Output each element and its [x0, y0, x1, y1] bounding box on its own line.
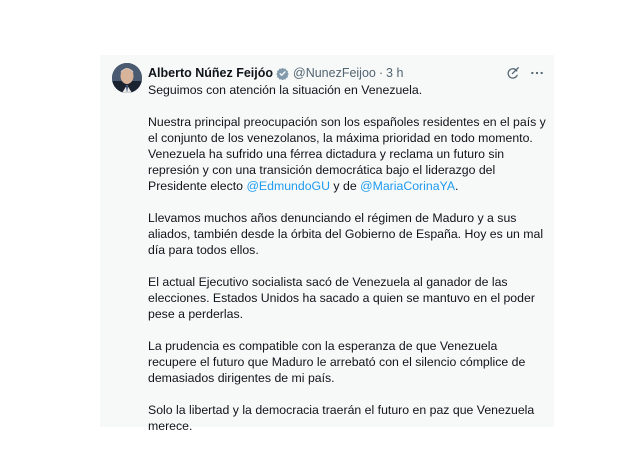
paragraph-3: Llevamos muchos años denunciando el régi…	[148, 211, 544, 257]
grok-icon[interactable]	[506, 66, 520, 80]
more-icon[interactable]	[530, 66, 544, 80]
avatar[interactable]	[112, 63, 142, 93]
timestamp[interactable]: 3 h	[386, 64, 403, 82]
paragraph-6: Solo la libertad y la democracia traerán…	[148, 403, 535, 433]
paragraph-2-connector: y de	[330, 179, 361, 193]
separator-dot: ·	[378, 66, 384, 80]
avatar-image	[112, 63, 142, 93]
verified-badge-icon[interactable]	[276, 67, 289, 80]
paragraph-2: Nuestra principal preocupación son los e…	[148, 114, 548, 194]
tweet-header: Alberto Núñez Feijóo @NunezFeijoo · 3 h	[148, 64, 544, 82]
paragraph-5: La prudencia es compatible con la espera…	[148, 339, 526, 385]
mention-mariacorinaya[interactable]: @MariaCorinaYA	[360, 179, 455, 193]
header-actions	[506, 66, 544, 80]
mention-edmundogu[interactable]: @EdmundoGU	[246, 179, 330, 193]
author-handle[interactable]: @NunezFeijoo	[293, 64, 376, 82]
paragraph-4: El actual Ejecutivo socialista sacó de V…	[148, 275, 535, 321]
tweet-card[interactable]: Alberto Núñez Feijóo @NunezFeijoo · 3 h	[100, 55, 554, 433]
author-name[interactable]: Alberto Núñez Feijóo	[148, 64, 273, 82]
paragraph-2-end: .	[455, 179, 459, 193]
paragraph-1: Seguimos con atención la situación en Ve…	[148, 83, 423, 97]
tweet-text: Seguimos con atención la situación en Ve…	[148, 82, 548, 450]
